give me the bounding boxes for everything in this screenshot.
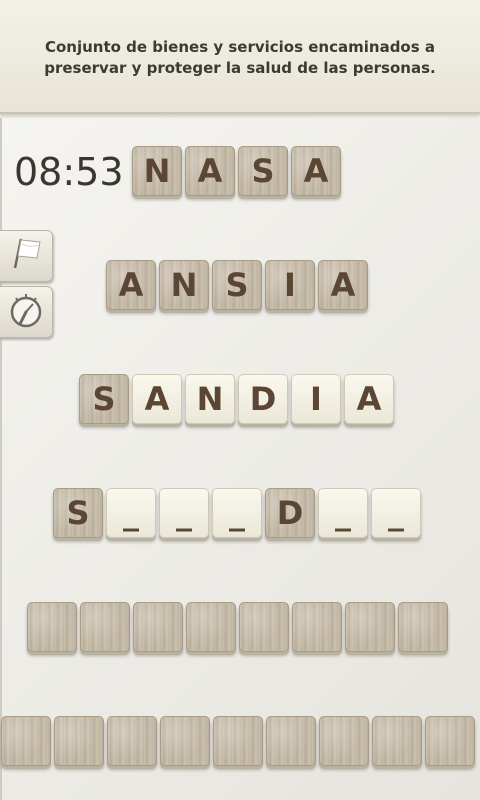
letter-tile[interactable]: D — [265, 488, 315, 538]
letter-tile[interactable]: A — [344, 374, 394, 424]
give-up-button[interactable] — [0, 230, 53, 282]
empty-tile[interactable] — [239, 602, 289, 652]
empty-tile[interactable] — [1, 716, 51, 766]
empty-tile[interactable] — [54, 716, 104, 766]
letter-tile[interactable]: A — [106, 260, 156, 310]
word-row-4: S _ _ _ D _ _ — [53, 488, 424, 538]
empty-tile[interactable] — [160, 716, 210, 766]
letter-tile[interactable]: _ — [212, 488, 262, 538]
letter-tile[interactable]: N — [132, 146, 182, 196]
letter-tile[interactable]: A — [185, 146, 235, 196]
empty-tile[interactable] — [186, 602, 236, 652]
letter-tile[interactable]: D — [238, 374, 288, 424]
letter-tile[interactable]: A — [318, 260, 368, 310]
empty-tile[interactable] — [345, 602, 395, 652]
letter-tile[interactable]: _ — [106, 488, 156, 538]
letter-tile[interactable]: _ — [159, 488, 209, 538]
game-board — [0, 118, 480, 800]
letter-tile[interactable]: A — [291, 146, 341, 196]
word-row-3: SANDIA — [79, 374, 397, 424]
empty-tile[interactable] — [80, 602, 130, 652]
letter-tile[interactable]: S — [79, 374, 129, 424]
word-row-5 — [27, 602, 451, 652]
word-row-2: ANSIA — [106, 260, 371, 310]
empty-tile[interactable] — [213, 716, 263, 766]
letter-tile[interactable]: S — [212, 260, 262, 310]
letter-tile[interactable]: A — [132, 374, 182, 424]
empty-tile[interactable] — [372, 716, 422, 766]
clue-bar: Conjunto de bienes y servicios encaminad… — [0, 0, 480, 114]
letter-tile[interactable]: S — [53, 488, 103, 538]
letter-tile[interactable]: N — [185, 374, 235, 424]
letter-tile[interactable]: N — [159, 260, 209, 310]
empty-tile[interactable] — [425, 716, 475, 766]
letter-tile[interactable]: _ — [371, 488, 421, 538]
empty-tile[interactable] — [27, 602, 77, 652]
empty-tile[interactable] — [292, 602, 342, 652]
timer: 08:53 — [14, 150, 124, 194]
empty-tile[interactable] — [107, 716, 157, 766]
clue-text: Conjunto de bienes y servicios encaminad… — [44, 38, 436, 77]
empty-tile[interactable] — [133, 602, 183, 652]
empty-tile[interactable] — [319, 716, 369, 766]
word-row-1: NASA — [132, 146, 344, 196]
letter-tile[interactable]: S — [238, 146, 288, 196]
letter-tile[interactable]: I — [265, 260, 315, 310]
hint-button[interactable] — [0, 286, 53, 338]
white-flag-icon — [6, 234, 46, 278]
empty-tile[interactable] — [398, 602, 448, 652]
gauge-icon — [6, 290, 46, 334]
word-row-6 — [1, 716, 478, 766]
letter-tile[interactable]: I — [291, 374, 341, 424]
empty-tile[interactable] — [266, 716, 316, 766]
letter-tile[interactable]: _ — [318, 488, 368, 538]
